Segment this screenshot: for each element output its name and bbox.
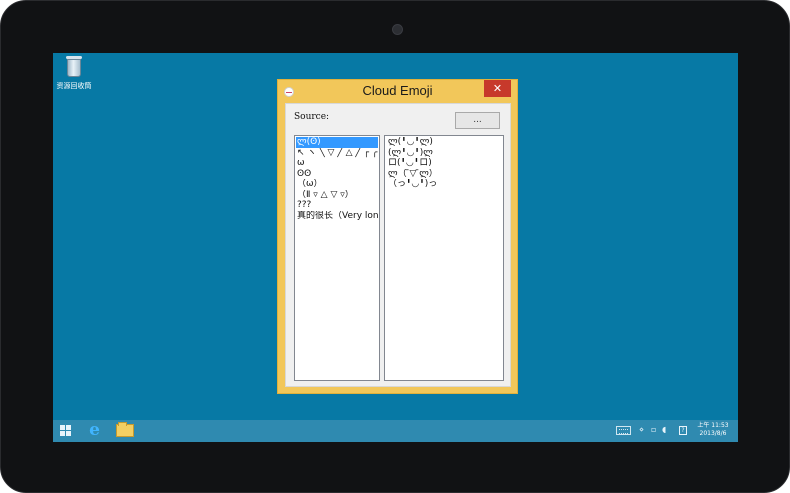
windows-logo-icon[interactable] <box>60 425 72 437</box>
volume-icon[interactable]: ◖ <box>662 425 666 435</box>
camera-icon <box>392 24 403 35</box>
browse-button[interactable]: ... <box>455 112 500 129</box>
category-item[interactable]: ლ(ʘ̆) <box>296 137 378 148</box>
network-icon[interactable]: ⋄ <box>639 425 644 435</box>
taskbar-clock[interactable]: 上午 11:53 2013/8/6 <box>693 422 733 438</box>
taskbar: e ⋄ ▫ ◖ ? 上午 11:53 2013/8/6 <box>53 420 738 442</box>
category-item[interactable]: ??? <box>296 200 378 211</box>
category-item[interactable]: ω <box>296 158 378 169</box>
category-item[interactable]: （ω） <box>296 179 378 190</box>
window-client-area: Source: ... ლ(ʘ̆) ↖ ヽ ╲ ▽ ╱ △ ╱ ┌ ╭ ╱ ω ʘʘ （… <box>285 103 511 387</box>
action-center-icon[interactable]: ▫ <box>651 425 656 435</box>
window-titlebar[interactable]: Cloud Emoji ✕ <box>278 80 517 102</box>
keyboard-icon[interactable] <box>616 426 631 435</box>
clock-date: 2013/8/6 <box>699 430 727 437</box>
clock-time: 上午 11:53 <box>697 422 729 429</box>
emoji-item[interactable]: ლ(╹◡╹ლ) <box>387 137 501 148</box>
emoji-item[interactable]: （っ╹◡╹)っ <box>387 179 501 190</box>
cloud-emoji-window: Cloud Emoji ✕ Source: ... ლ(ʘ̆) ↖ ヽ ╲ ▽ ╱… <box>277 79 518 394</box>
category-list[interactable]: ლ(ʘ̆) ↖ ヽ ╲ ▽ ╱ △ ╱ ┌ ╭ ╱ ω ʘʘ （ω） （Ⅱ ▿ △ ▽ ▿… <box>294 135 380 381</box>
emoji-item[interactable]: (ლ╹◡╹)ლ <box>387 148 501 159</box>
close-button[interactable]: ✕ <box>484 80 511 97</box>
desktop-screen: 资源回收筒 Cloud Emoji ✕ Source: ... ლ(ʘ̆) ↖ ヽ… <box>53 53 738 442</box>
emoji-list[interactable]: ლ(╹◡╹ლ) (ლ╹◡╹)ლ ロ(╹◡╹ロ) ლ（ ̄▽ ̄ლ） （っ╹◡╹)っ <box>384 135 504 381</box>
recycle-bin-icon <box>65 56 83 78</box>
category-item[interactable]: 真的很长（Very long <box>296 211 378 222</box>
category-item[interactable]: ʘʘ <box>296 169 378 180</box>
input-method-icon[interactable]: ? <box>679 426 687 435</box>
file-explorer-icon[interactable] <box>116 422 134 437</box>
category-item[interactable]: ↖ ヽ ╲ ▽ ╱ △ ╱ ┌ ╭ ╱ <box>296 148 378 159</box>
source-label: Source: <box>294 112 330 122</box>
internet-explorer-icon[interactable]: e <box>86 422 103 439</box>
recycle-bin-shortcut[interactable]: 资源回收筒 <box>55 56 93 91</box>
recycle-bin-label: 资源回收筒 <box>56 82 92 90</box>
emoji-item[interactable]: ლ（ ̄▽ ̄ლ） <box>387 169 501 180</box>
emoji-item[interactable]: ロ(╹◡╹ロ) <box>387 158 501 169</box>
tablet-bezel: 资源回收筒 Cloud Emoji ✕ Source: ... ლ(ʘ̆) ↖ ヽ… <box>0 0 790 493</box>
category-item[interactable]: （Ⅱ ▿ △ ▽ ▿） <box>296 190 378 201</box>
window-title: Cloud Emoji <box>362 83 433 98</box>
